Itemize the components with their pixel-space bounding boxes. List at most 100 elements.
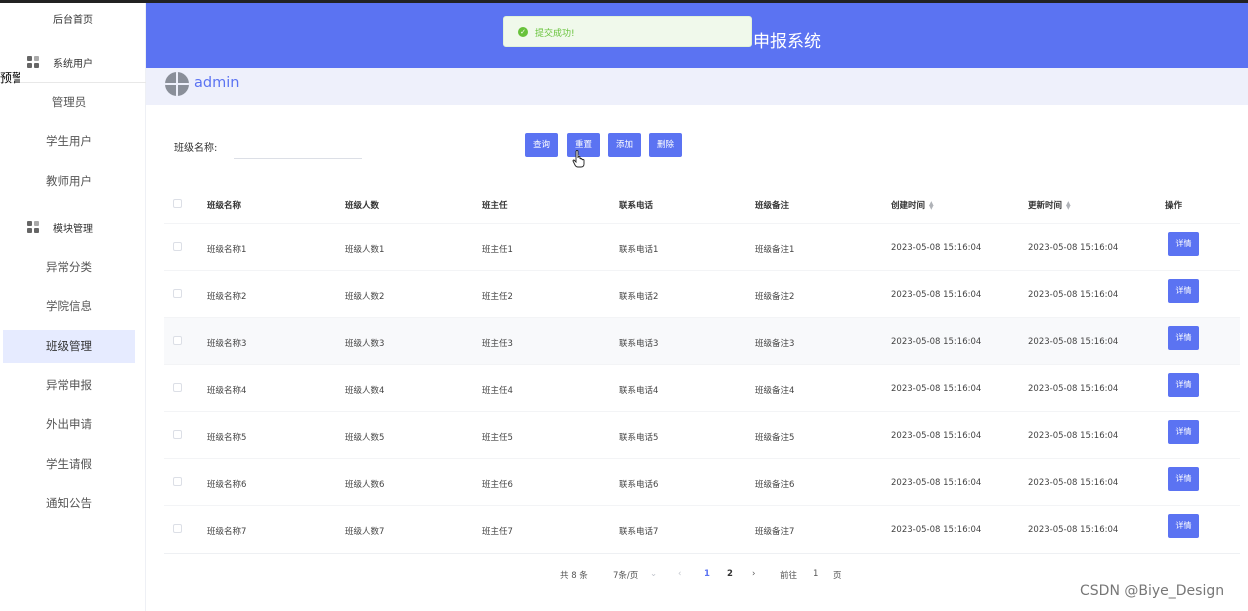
cell-class-name: 班级名称7 (207, 527, 247, 537)
cell-class-name: 班级名称2 (207, 292, 247, 302)
goto-label: 前往 (780, 571, 798, 581)
cell-class-count: 班级人数3 (345, 339, 385, 349)
sidebar-item-exception-report[interactable]: 异常申报 (3, 369, 135, 402)
sidebar-item-class[interactable]: 班级管理 (3, 330, 135, 363)
query-button[interactable]: 查询 (525, 133, 558, 157)
detail-button[interactable]: 详情 (1168, 420, 1199, 444)
cell-phone: 联系电话2 (619, 292, 659, 302)
sidebar-item-teachers[interactable]: 教师用户 (3, 165, 135, 198)
detail-button[interactable]: 详情 (1168, 373, 1199, 397)
watermark: CSDN @Biye_Design (1080, 583, 1225, 599)
cell-updated: 2023-05-08 15:16:04 (1028, 431, 1119, 441)
user-bar: admin (146, 68, 1248, 105)
sidebar-group-users[interactable]: 系统用户 (0, 49, 146, 75)
pagination-total: 共 8 条 (560, 571, 588, 581)
cell-note: 班级备注4 (755, 386, 795, 396)
cell-class-count: 班级人数7 (345, 527, 385, 537)
cell-updated: 2023-05-08 15:16:04 (1028, 337, 1119, 347)
cell-teacher: 班主任5 (482, 433, 513, 443)
cell-teacher: 班主任1 (482, 245, 513, 255)
cell-class-name: 班级名称1 (207, 245, 247, 255)
header-class-count: 班级人数 (345, 201, 380, 211)
header-created-label: 创建时间 (891, 201, 926, 211)
detail-button[interactable]: 详情 (1168, 232, 1199, 256)
overflow-label: 预警 (0, 71, 20, 85)
page-title: 申报系统 (753, 32, 821, 52)
add-button[interactable]: 添加 (608, 133, 641, 157)
divider (0, 82, 146, 83)
cell-created: 2023-05-08 15:16:04 (891, 243, 982, 253)
next-page-icon[interactable]: › (752, 569, 755, 579)
row-checkbox[interactable] (173, 524, 182, 533)
row-checkbox[interactable] (173, 477, 182, 486)
sidebar-item-students[interactable]: 学生用户 (3, 125, 135, 158)
cell-teacher: 班主任6 (482, 480, 513, 490)
goto-page-input[interactable]: 1 (813, 569, 818, 579)
prev-page-icon[interactable]: ‹ (678, 569, 681, 579)
class-name-input[interactable] (234, 133, 362, 159)
cell-class-name: 班级名称5 (207, 433, 247, 443)
sort-icon[interactable]: ▲ ▼ (929, 200, 934, 210)
cell-updated: 2023-05-08 15:16:04 (1028, 525, 1119, 535)
sort-icon[interactable]: ▲ ▼ (1066, 200, 1071, 210)
header-teacher: 班主任 (482, 201, 508, 211)
cell-class-name: 班级名称6 (207, 480, 247, 490)
header-class-name: 班级名称 (207, 201, 242, 211)
delete-button[interactable]: 删除 (649, 133, 682, 157)
search-label: 班级名称: (174, 143, 218, 154)
sidebar-item-notice[interactable]: 通知公告 (3, 487, 135, 520)
cell-class-name: 班级名称4 (207, 386, 247, 396)
table-header: 班级名称 班级人数 班主任 联系电话 班级备注 创建时间 ▲ ▼ 更新时间 ▲ ▼ 操作 (164, 185, 1240, 223)
header-phone: 联系电话 (619, 201, 654, 211)
username[interactable]: admin (194, 75, 239, 91)
header-updated[interactable]: 更新时间 ▲ ▼ (1028, 199, 1071, 211)
sidebar-item-college[interactable]: 学院信息 (3, 290, 135, 323)
sidebar-item-outing[interactable]: 外出申请 (3, 408, 135, 441)
cell-phone: 联系电话5 (619, 433, 659, 443)
header-created[interactable]: 创建时间 ▲ ▼ (891, 199, 934, 211)
row-checkbox[interactable] (173, 336, 182, 345)
detail-button[interactable]: 详情 (1168, 279, 1199, 303)
cell-note: 班级备注3 (755, 339, 795, 349)
page-number[interactable]: 2 (727, 569, 733, 579)
cell-class-name: 班级名称3 (207, 339, 247, 349)
row-checkbox[interactable] (173, 383, 182, 392)
sidebar-item-leave[interactable]: 学生请假 (3, 448, 135, 481)
cell-note: 班级备注7 (755, 527, 795, 537)
cell-note: 班级备注6 (755, 480, 795, 490)
cell-updated: 2023-05-08 15:16:04 (1028, 384, 1119, 394)
chevron-down-icon[interactable]: ⌄ (650, 569, 657, 579)
detail-button[interactable]: 详情 (1168, 326, 1199, 350)
success-toast: ✓ 提交成功! (503, 16, 752, 47)
cell-phone: 联系电话6 (619, 480, 659, 490)
page-size-select[interactable]: 7条/页 (613, 569, 638, 581)
page-number[interactable]: 1 (704, 569, 710, 579)
cell-class-count: 班级人数4 (345, 386, 385, 396)
app-window: 后台首页 系统用户 预警 管理员 学生用户 教师用户 模块管理 异常分类 学院信… (0, 0, 1248, 611)
check-circle-icon: ✓ (518, 27, 528, 37)
cell-phone: 联系电话7 (619, 527, 659, 537)
select-all-checkbox[interactable] (173, 199, 182, 208)
cell-class-count: 班级人数5 (345, 433, 385, 443)
class-table: 班级名称 班级人数 班主任 联系电话 班级备注 创建时间 ▲ ▼ 更新时间 ▲ ▼ 操作… (164, 185, 1240, 552)
detail-button[interactable]: 详情 (1168, 467, 1199, 491)
cell-note: 班级备注5 (755, 433, 795, 443)
row-checkbox[interactable] (173, 430, 182, 439)
row-checkbox[interactable] (173, 242, 182, 251)
avatar[interactable] (165, 72, 189, 96)
cell-class-count: 班级人数2 (345, 292, 385, 302)
header-note: 班级备注 (755, 201, 790, 211)
sidebar-item-admin[interactable]: 管理员 (3, 86, 135, 119)
sidebar-item-exception-category[interactable]: 异常分类 (3, 251, 135, 284)
cell-teacher: 班主任3 (482, 339, 513, 349)
detail-button[interactable]: 详情 (1168, 514, 1199, 538)
hand-cursor-icon (572, 150, 585, 168)
row-checkbox[interactable] (173, 289, 182, 298)
sidebar-group-modules[interactable]: 模块管理 (0, 214, 146, 240)
grid-icon (27, 56, 39, 68)
sidebar-home[interactable]: 后台首页 (0, 11, 146, 26)
cell-created: 2023-05-08 15:16:04 (891, 337, 982, 347)
cell-created: 2023-05-08 15:16:04 (891, 525, 982, 535)
cell-teacher: 班主任2 (482, 292, 513, 302)
grid-icon (27, 221, 39, 233)
